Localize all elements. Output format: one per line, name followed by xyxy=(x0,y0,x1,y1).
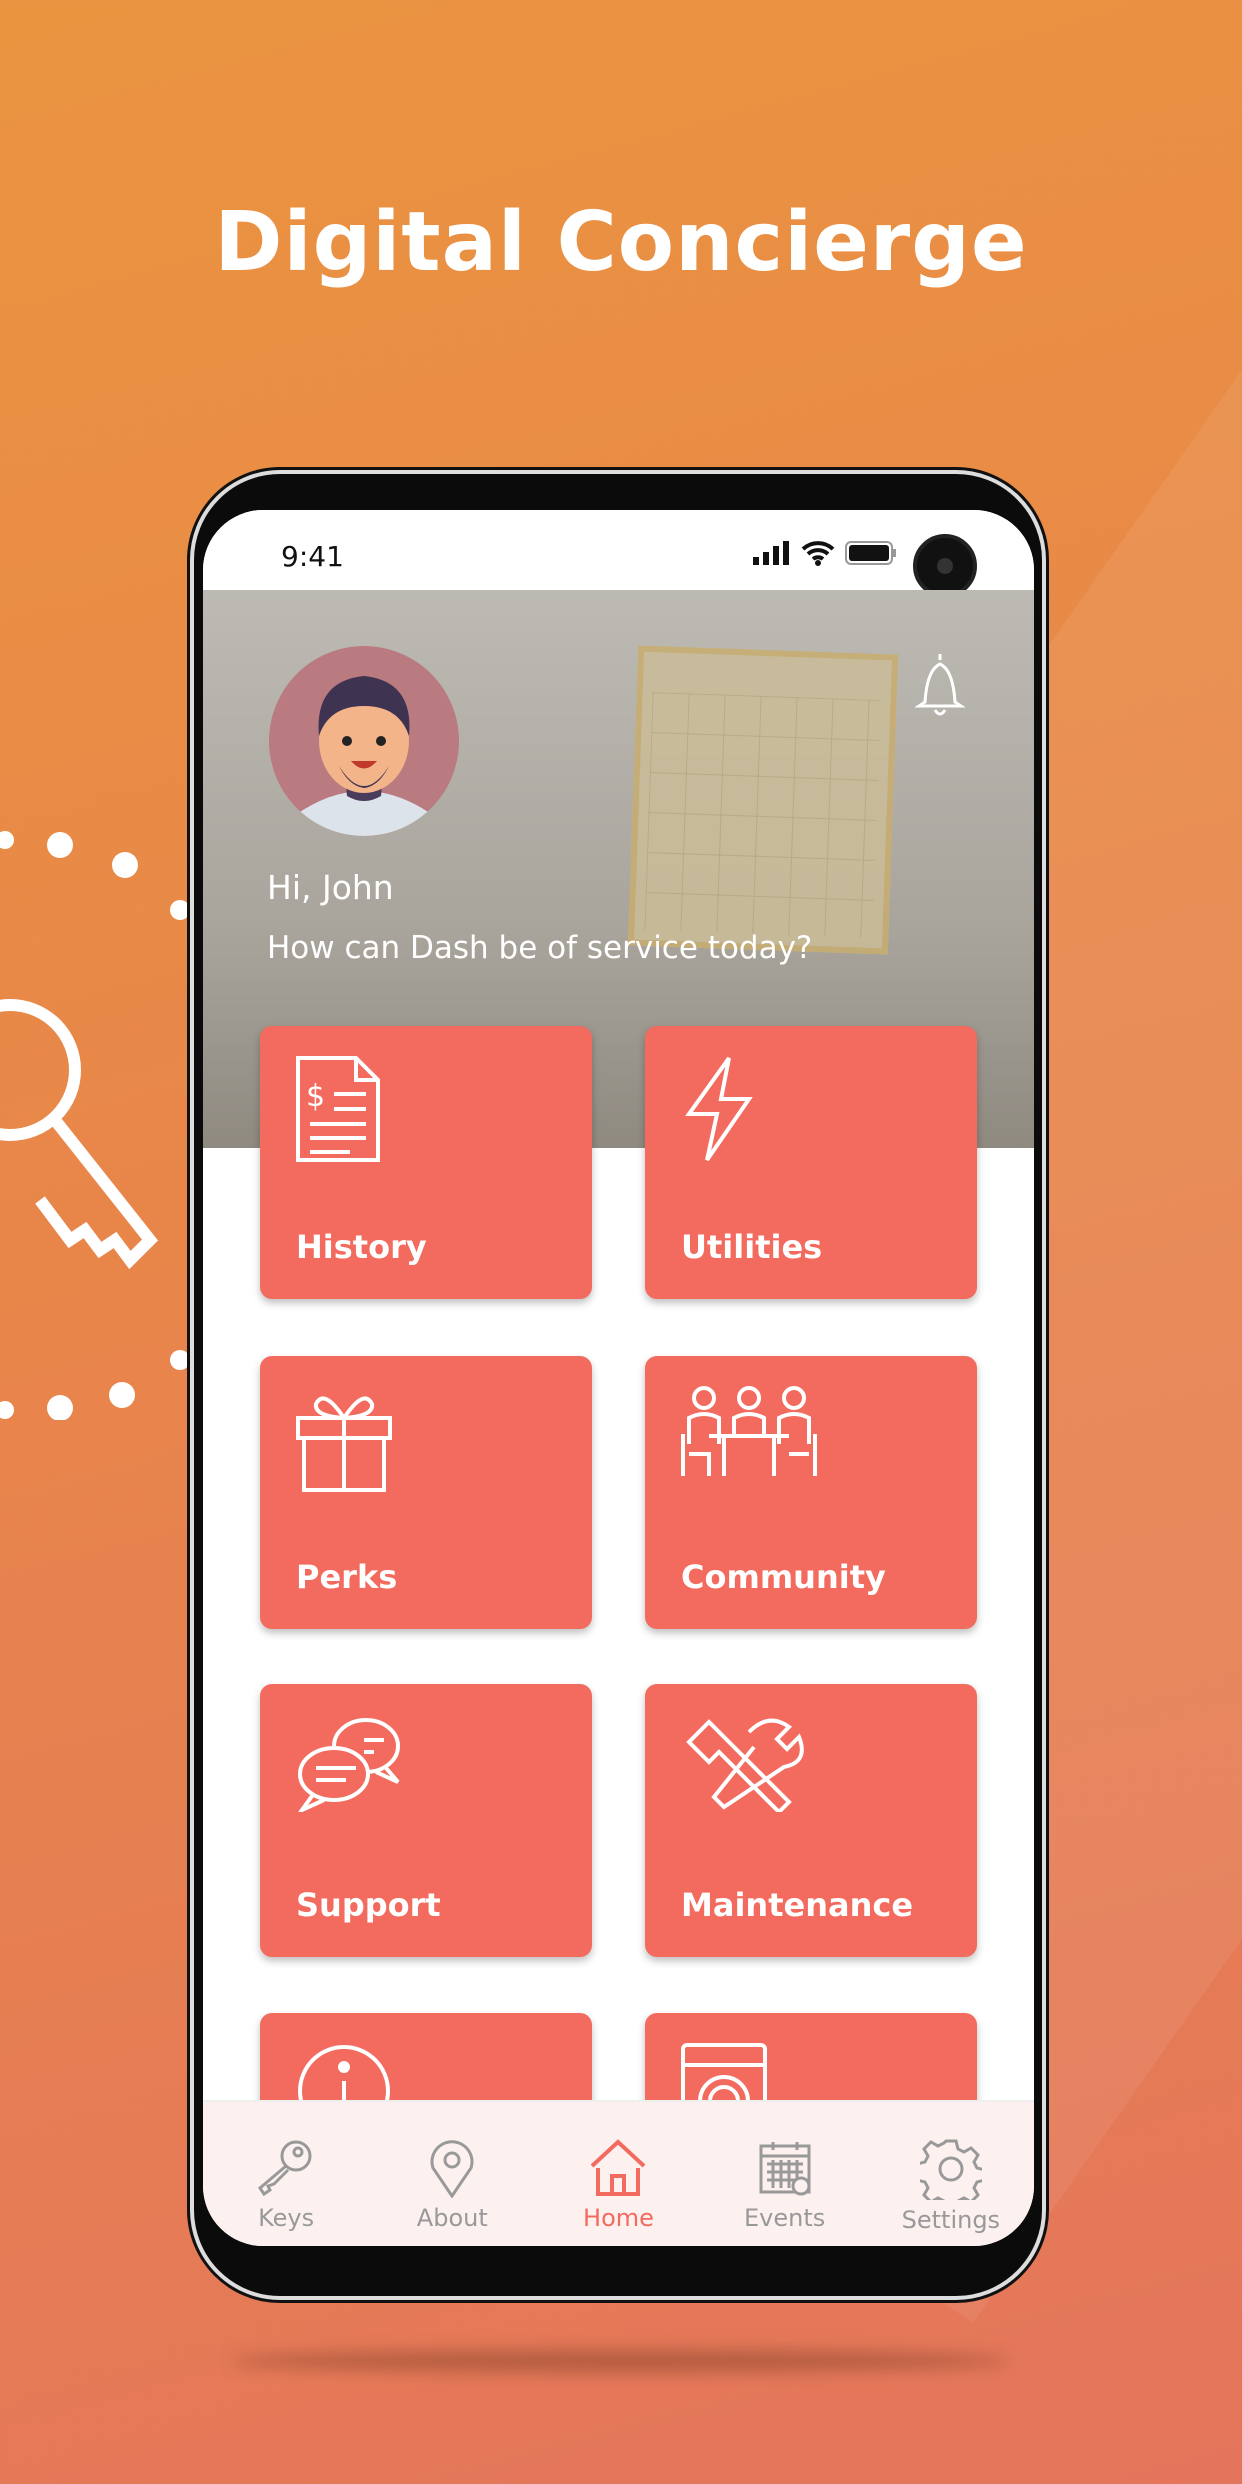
tile-maintenance[interactable]: Maintenance xyxy=(645,1684,977,1957)
page-title: Digital Concierge xyxy=(214,195,1028,290)
nav-label: Home xyxy=(583,2204,654,2232)
tile-support[interactable]: Support xyxy=(260,1684,592,1957)
wifi-icon xyxy=(801,541,835,566)
tile-community[interactable]: Community xyxy=(645,1356,977,1629)
tile-label: Support xyxy=(296,1886,441,1924)
tile-utilities[interactable]: Utilities xyxy=(645,1026,977,1299)
nav-label: About xyxy=(416,2204,488,2232)
tile-label: Perks xyxy=(296,1558,398,1596)
bottom-nav: Keys About Home Events Settings xyxy=(203,2100,1034,2246)
bell-icon[interactable] xyxy=(915,650,965,720)
signal-icon xyxy=(753,541,789,565)
tile-label: Utilities xyxy=(681,1228,823,1266)
chat-bubbles-icon xyxy=(298,1718,400,1812)
tile-perks[interactable]: Perks xyxy=(260,1356,592,1629)
home-icon xyxy=(591,2139,646,2196)
invoice-icon: $ xyxy=(296,1056,380,1162)
nav-keys[interactable]: Keys xyxy=(206,2102,366,2246)
tile-label: Community xyxy=(681,1558,886,1596)
tile-label: Maintenance xyxy=(681,1886,914,1924)
key-decoration-icon xyxy=(0,831,190,1420)
nav-label: Events xyxy=(744,2204,826,2232)
greeting-text: Hi, John xyxy=(267,868,394,907)
nav-label: Settings xyxy=(901,2206,1001,2234)
nav-about[interactable]: About xyxy=(372,2102,532,2246)
status-bar: 9:41 xyxy=(203,510,1034,598)
nav-home[interactable]: Home xyxy=(538,2102,698,2246)
app-screen: 9:41 Hi, John How can Dash be of service… xyxy=(203,510,1034,2246)
calendar-icon xyxy=(759,2142,811,2196)
greeting-subtitle: How can Dash be of service today? xyxy=(267,930,813,966)
status-time: 9:41 xyxy=(281,540,344,573)
gift-icon xyxy=(296,1396,392,1492)
location-pin-icon xyxy=(430,2140,474,2198)
lightning-icon xyxy=(685,1056,753,1162)
svg-text:$: $ xyxy=(306,1079,325,1114)
people-table-icon xyxy=(681,1386,817,1476)
calendar-photo xyxy=(627,645,899,955)
tile-history[interactable]: $ History xyxy=(260,1026,592,1299)
nav-label: Keys xyxy=(258,2204,315,2232)
tile-label: History xyxy=(296,1228,427,1266)
avatar[interactable] xyxy=(269,646,459,836)
phone-shadow xyxy=(230,2350,1010,2372)
gear-icon xyxy=(919,2139,982,2200)
nav-settings[interactable]: Settings xyxy=(871,2102,1031,2246)
key-icon xyxy=(258,2140,312,2197)
tools-icon xyxy=(686,1718,804,1812)
front-camera xyxy=(913,534,977,598)
nav-events[interactable]: Events xyxy=(705,2102,865,2246)
battery-icon xyxy=(845,541,896,565)
